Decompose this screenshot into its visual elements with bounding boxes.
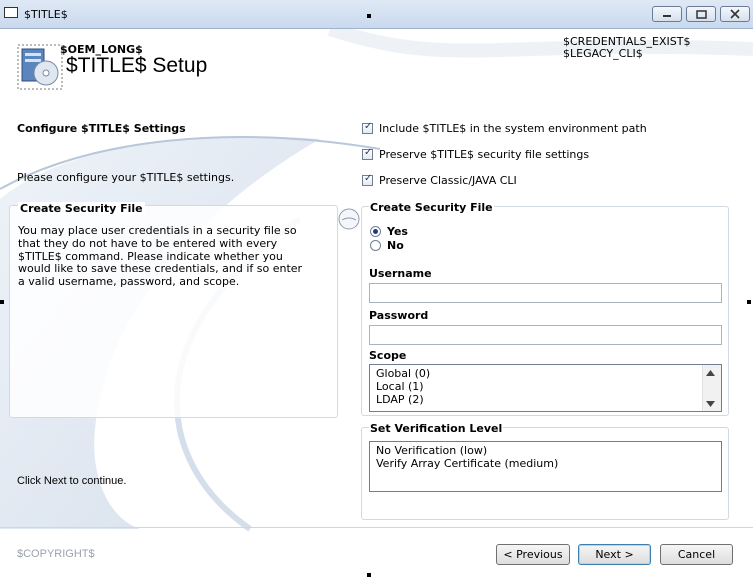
create-security-group-label: Create Security File bbox=[369, 201, 494, 214]
click-next-text: Click Next to continue. bbox=[17, 475, 127, 487]
cancel-button[interactable]: Cancel bbox=[660, 544, 733, 565]
app-window-icon bbox=[4, 7, 18, 18]
previous-button[interactable]: < Previous bbox=[496, 544, 570, 565]
close-button[interactable] bbox=[720, 6, 750, 22]
resize-handle[interactable] bbox=[747, 300, 751, 304]
security-description: You may place user credentials in a secu… bbox=[18, 224, 302, 289]
settings-heading: Configure $TITLE$ Settings bbox=[17, 122, 186, 135]
verification-option[interactable]: No Verification (low) bbox=[373, 444, 721, 457]
security-no-radio[interactable] bbox=[370, 240, 381, 251]
swoosh-orb-icon bbox=[338, 208, 360, 230]
minimize-button[interactable] bbox=[652, 6, 682, 22]
page-title: $TITLE$ Setup bbox=[66, 54, 208, 77]
maximize-button[interactable] bbox=[686, 6, 716, 22]
password-value bbox=[370, 328, 373, 341]
scope-listbox[interactable]: Global (0) Local (1) LDAP (2) bbox=[369, 364, 722, 412]
maximize-icon bbox=[695, 9, 707, 19]
security-desc-line: a valid username, password, and scope. bbox=[18, 275, 240, 289]
next-button[interactable]: Next > bbox=[578, 544, 651, 565]
password-label: Password bbox=[369, 309, 429, 322]
close-icon bbox=[730, 9, 740, 19]
resize-handle[interactable] bbox=[0, 300, 4, 304]
scroll-up-arrow-icon[interactable] bbox=[706, 370, 715, 376]
wizard-content: $OEM_LONG$ $TITLE$ Setup $CREDENTIALS_EX… bbox=[0, 29, 753, 577]
include-path-label[interactable]: Include $TITLE$ in the system environmen… bbox=[379, 122, 647, 135]
minimize-icon bbox=[663, 15, 671, 17]
security-desc-line: You may place user credentials in a secu… bbox=[18, 224, 297, 237]
setup-disc-icon bbox=[17, 44, 63, 90]
window-title: $TITLE$ bbox=[24, 8, 68, 21]
verification-listbox[interactable]: No Verification (low) Verify Array Certi… bbox=[369, 441, 722, 492]
verification-group: Set Verification Level No Verification (… bbox=[361, 422, 729, 520]
footer-divider bbox=[0, 527, 753, 528]
intro-text: Please configure your $TITLE$ settings. bbox=[17, 171, 235, 184]
security-yes-label[interactable]: Yes bbox=[387, 225, 408, 238]
verification-option[interactable]: Verify Array Certificate (medium) bbox=[373, 457, 721, 470]
resize-handle[interactable] bbox=[367, 14, 371, 18]
include-path-checkbox[interactable] bbox=[362, 121, 373, 134]
scope-option[interactable]: Local (1) bbox=[373, 380, 721, 393]
password-field[interactable] bbox=[369, 325, 722, 345]
security-yes-radio[interactable] bbox=[370, 226, 381, 237]
resize-handle[interactable] bbox=[367, 573, 371, 577]
scroll-down-arrow-icon[interactable] bbox=[706, 401, 715, 407]
preserve-security-checkbox[interactable] bbox=[362, 147, 373, 160]
scope-label: Scope bbox=[369, 349, 407, 362]
verification-group-label: Set Verification Level bbox=[369, 422, 504, 435]
copyright-label: $COPYRIGHT$ bbox=[17, 548, 95, 560]
preserve-cli-label[interactable]: Preserve Classic/JAVA CLI bbox=[379, 174, 517, 187]
legacy-cli-label: $LEGACY_CLI$ bbox=[563, 47, 643, 60]
username-field[interactable] bbox=[369, 283, 722, 303]
window-titlebar[interactable]: $TITLE$ bbox=[0, 0, 753, 29]
scope-option[interactable]: Global (0) bbox=[373, 367, 721, 380]
scope-option[interactable]: LDAP (2) bbox=[373, 393, 721, 406]
security-info-heading: Create Security File bbox=[18, 202, 145, 215]
security-no-label[interactable]: No bbox=[387, 239, 404, 252]
security-info-panel: Create Security File You may place user … bbox=[9, 202, 338, 418]
preserve-security-label[interactable]: Preserve $TITLE$ security file settings bbox=[379, 148, 589, 161]
username-value bbox=[370, 286, 373, 299]
scope-scrollbar[interactable] bbox=[702, 365, 721, 411]
username-label: Username bbox=[369, 267, 432, 280]
preserve-cli-checkbox[interactable] bbox=[362, 173, 373, 186]
create-security-group: Create Security File Yes No Username Pas… bbox=[361, 201, 729, 416]
security-desc-line: that they do not have to be entered with… bbox=[18, 236, 278, 250]
